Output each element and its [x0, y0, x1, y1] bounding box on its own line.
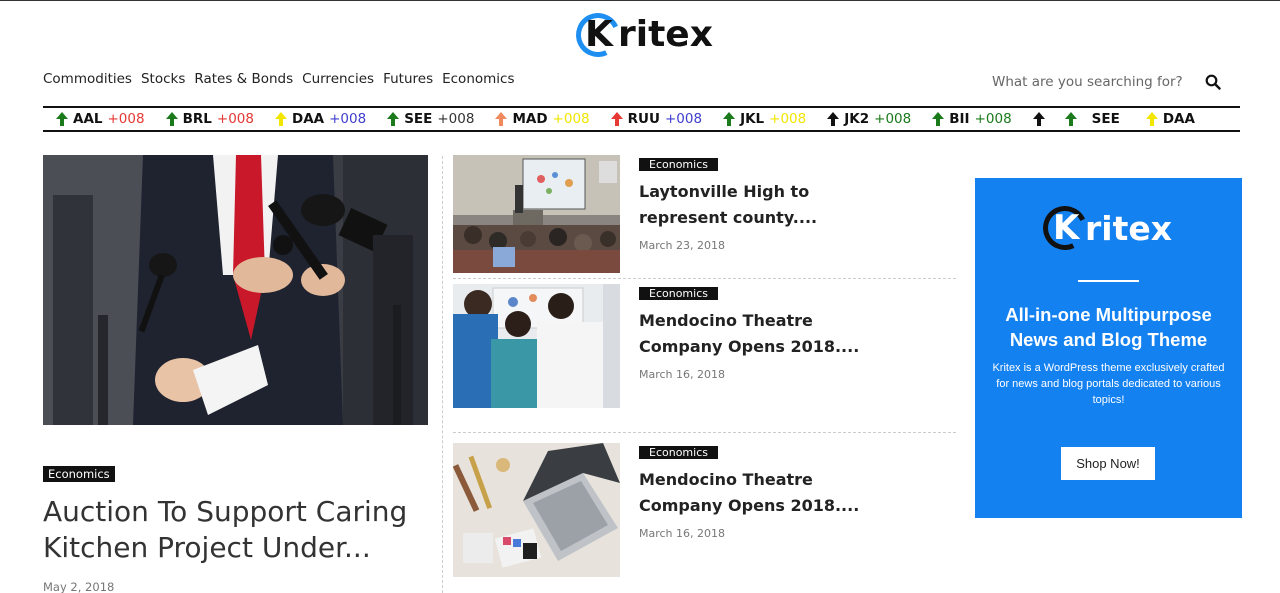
- article-card: Economics Mendocino Theatre Company Open…: [453, 284, 956, 408]
- shop-now-button[interactable]: Shop Now!: [1061, 447, 1155, 480]
- ticker-symbol: MAD: [512, 111, 548, 127]
- search-input[interactable]: [992, 74, 1192, 90]
- ticker-symbol: SEE: [404, 111, 433, 127]
- ticker-symbol: JK2: [844, 111, 870, 127]
- promo-logo: K ritex: [1036, 199, 1173, 257]
- article-title[interactable]: Laytonville High to represent county....: [639, 179, 869, 231]
- nav-item-commodities[interactable]: Commodities: [43, 71, 132, 87]
- article-thumbnail[interactable]: [453, 155, 620, 273]
- article-card: Economics Laytonville High to represent …: [453, 155, 956, 275]
- ticker-change: +008: [437, 111, 475, 127]
- ticker-change: +008: [664, 111, 703, 127]
- ticker-change: +008: [107, 111, 145, 127]
- nav-item-futures[interactable]: Futures: [383, 71, 433, 87]
- promo-logo-wordmark: ritex: [1085, 208, 1173, 248]
- article-separator: [453, 278, 956, 279]
- ticker-change: +008: [974, 111, 1012, 127]
- ticker-item[interactable]: BRL +008: [165, 111, 254, 127]
- article-category-badge[interactable]: Economics: [639, 155, 718, 173]
- search-bar: [992, 72, 1222, 92]
- ticker-change: +008: [329, 111, 367, 127]
- ticker-change: +008: [769, 111, 807, 127]
- ticker-symbol: RUU: [627, 111, 660, 127]
- ticker-change: +008: [552, 111, 590, 127]
- article-date: March 16, 2018: [639, 527, 726, 540]
- ticker-symbol: BRL: [182, 111, 212, 127]
- ticker-item[interactable]: BII +008: [931, 111, 1012, 127]
- promo-headline: All-in-one Multipurpose News and Blog Th…: [1005, 304, 1212, 350]
- ticker-item[interactable]: SEE +008: [386, 111, 474, 127]
- site-logo[interactable]: K ritex: [569, 6, 713, 64]
- ticker-item[interactable]: DAA +008: [274, 111, 366, 127]
- ticker-item[interactable]: DAA: [1145, 111, 1200, 127]
- top-border: [0, 0, 1280, 1]
- ticker-item[interactable]: RUU +008: [610, 111, 702, 127]
- feature-date: May 2, 2018: [43, 580, 115, 593]
- logo-mark-icon: K: [569, 6, 627, 64]
- ticker-symbol: SEE: [1091, 111, 1120, 127]
- up-arrow-icon: [1032, 112, 1045, 126]
- up-arrow-icon: [495, 112, 508, 126]
- ticker-item[interactable]: SEE: [1032, 111, 1125, 127]
- article-date: March 16, 2018: [639, 368, 726, 381]
- up-arrow-icon: [56, 112, 68, 126]
- up-arrow-icon: [165, 112, 178, 126]
- search-icon[interactable]: [1205, 74, 1221, 90]
- column-divider: [442, 156, 443, 593]
- ticker-symbol: DAA: [291, 111, 325, 127]
- ticker-item[interactable]: AAL +008: [55, 111, 145, 127]
- logo-wordmark: ritex: [618, 14, 713, 55]
- up-arrow-icon: [387, 112, 400, 126]
- ticker-symbol: BII: [949, 111, 970, 127]
- stock-ticker: AAL +008 BRL +008 DAA +008 SEE +008 MAD +008 RUU +0…: [43, 106, 1240, 132]
- feature-title[interactable]: Auction To Support Caring Kitchen Projec…: [43, 494, 433, 566]
- article-category-badge[interactable]: Economics: [639, 443, 718, 461]
- article-card: Economics Mendocino Theatre Company Open…: [453, 443, 956, 577]
- ticker-item[interactable]: JK2 +008: [826, 111, 911, 127]
- article-separator: [453, 432, 956, 433]
- promo-description: Kritex is a WordPress theme exclusively …: [992, 362, 1225, 406]
- up-arrow-icon: [1145, 112, 1158, 126]
- up-arrow-icon: [274, 112, 287, 126]
- ticker-row: AAL +008 BRL +008 DAA +008 SEE +008 MAD +008 RUU +0…: [55, 111, 1220, 127]
- up-arrow-icon: [723, 112, 736, 126]
- article-thumbnail[interactable]: [453, 284, 620, 408]
- logo-mark-icon: K: [1036, 199, 1094, 257]
- ticker-item[interactable]: MAD +008: [494, 111, 590, 127]
- article-category-badge[interactable]: Economics: [639, 284, 718, 302]
- up-arrow-icon: [610, 112, 623, 126]
- up-arrow-icon: [932, 112, 945, 126]
- nav-item-currencies[interactable]: Currencies: [302, 71, 374, 87]
- up-arrow-icon: [1064, 112, 1077, 126]
- nav-item-stocks[interactable]: Stocks: [141, 71, 185, 87]
- article-title[interactable]: Mendocino Theatre Company Opens 2018....: [639, 308, 869, 360]
- ticker-symbol: DAA: [1162, 111, 1195, 127]
- nav-item-rates-bonds[interactable]: Rates & Bonds: [194, 71, 293, 87]
- ticker-symbol: AAL: [73, 111, 103, 127]
- article-date: March 23, 2018: [639, 239, 726, 252]
- feature-category-badge[interactable]: Economics: [43, 465, 115, 483]
- ticker-change: +008: [216, 111, 254, 127]
- ticker-item[interactable]: JKL +008: [722, 111, 806, 127]
- article-thumbnail[interactable]: [453, 443, 620, 577]
- ticker-symbol: JKL: [740, 111, 765, 127]
- promo-banner: K ritex All-in-one Multipurpose News and…: [975, 178, 1242, 518]
- up-arrow-icon: [827, 112, 840, 126]
- ticker-change: +008: [874, 111, 912, 127]
- nav-item-economics[interactable]: Economics: [442, 71, 514, 87]
- article-title[interactable]: Mendocino Theatre Company Opens 2018....: [639, 467, 869, 519]
- promo-divider: [1078, 280, 1139, 282]
- main-nav: Commodities Stocks Rates & Bonds Currenc…: [43, 71, 524, 87]
- feature-image[interactable]: [43, 155, 428, 425]
